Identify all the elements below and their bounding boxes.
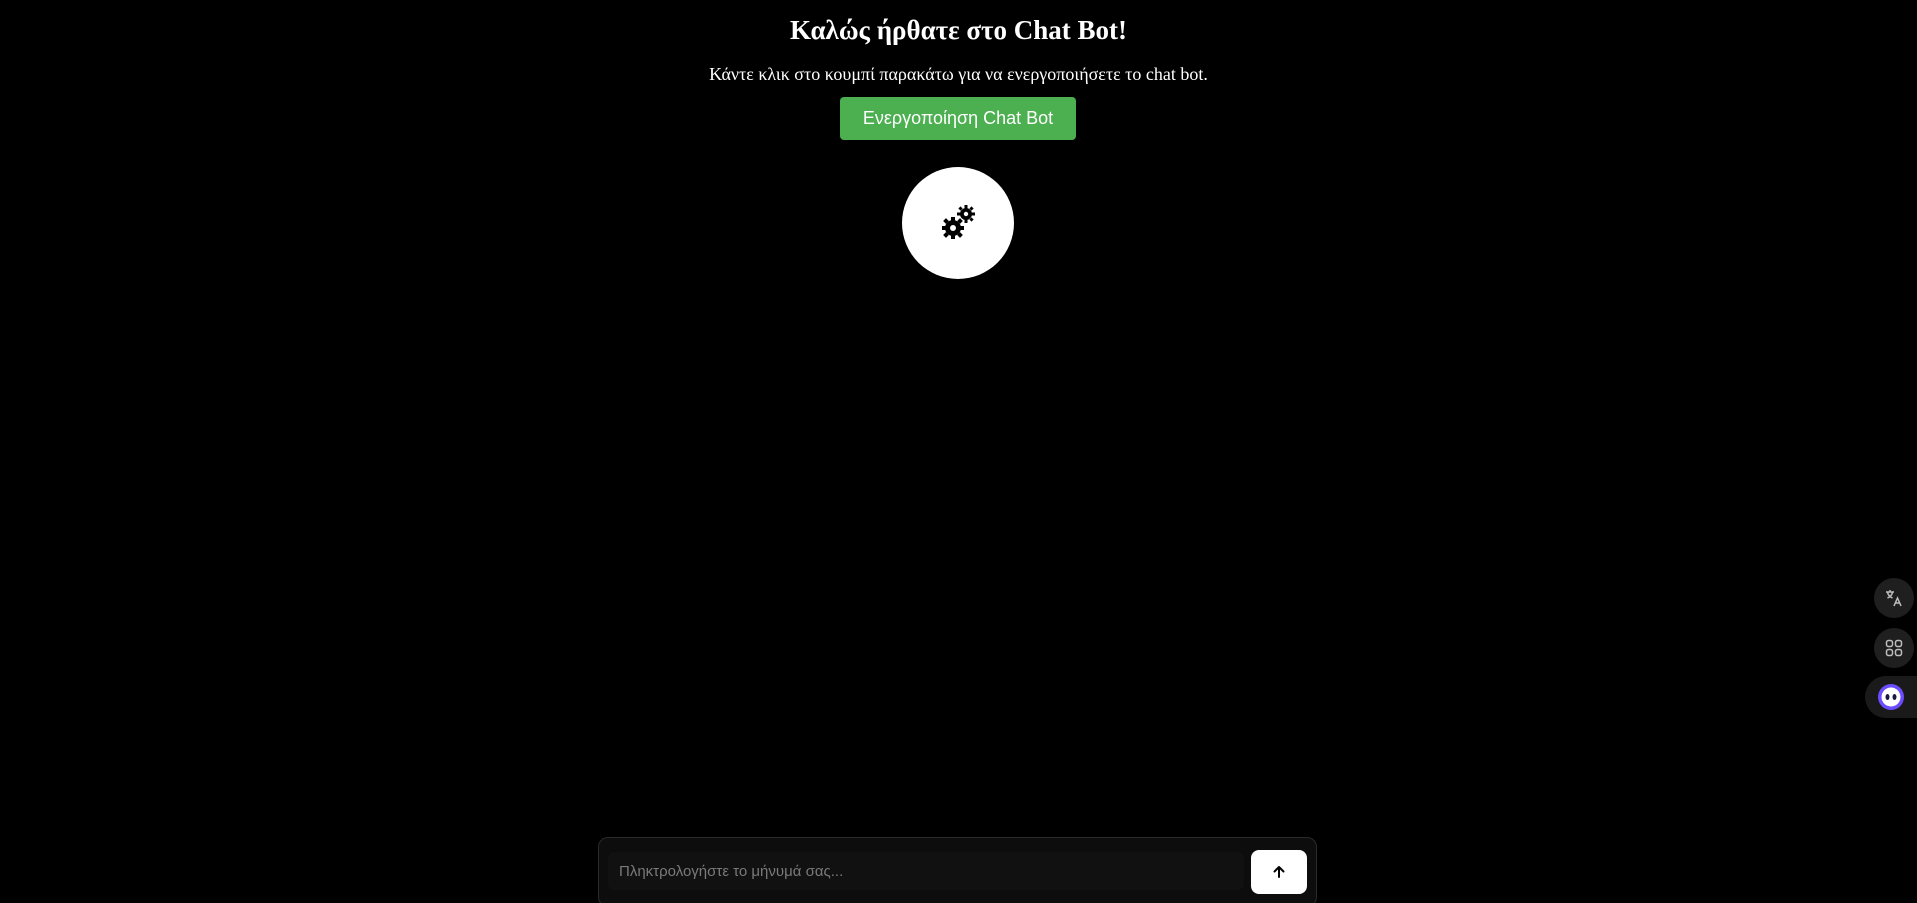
translate-button[interactable] [1874, 578, 1914, 618]
chat-input-bar [598, 837, 1317, 903]
gears-icon [942, 205, 975, 239]
chat-message-input[interactable] [608, 852, 1244, 890]
translate-icon [1886, 590, 1902, 607]
assistant-button[interactable] [1865, 676, 1917, 718]
bot-avatar[interactable] [902, 167, 1014, 279]
page-subtitle: Κάντε κλικ στο κουμπί παρακάτω για να εν… [709, 64, 1208, 84]
apps-grid-icon [1885, 639, 1903, 657]
activate-chatbot-button[interactable]: Ενεργοποίηση Chat Bot [840, 97, 1076, 140]
page: Καλώς ήρθατε στο Chat Bot! Κάντε κλικ στ… [0, 0, 1917, 903]
arrow-up-icon [1273, 866, 1285, 878]
assistant-face-icon [1878, 684, 1904, 710]
apps-button[interactable] [1874, 628, 1914, 668]
page-title: Καλώς ήρθατε στο Chat Bot! [790, 15, 1127, 45]
send-button[interactable] [1251, 850, 1307, 894]
